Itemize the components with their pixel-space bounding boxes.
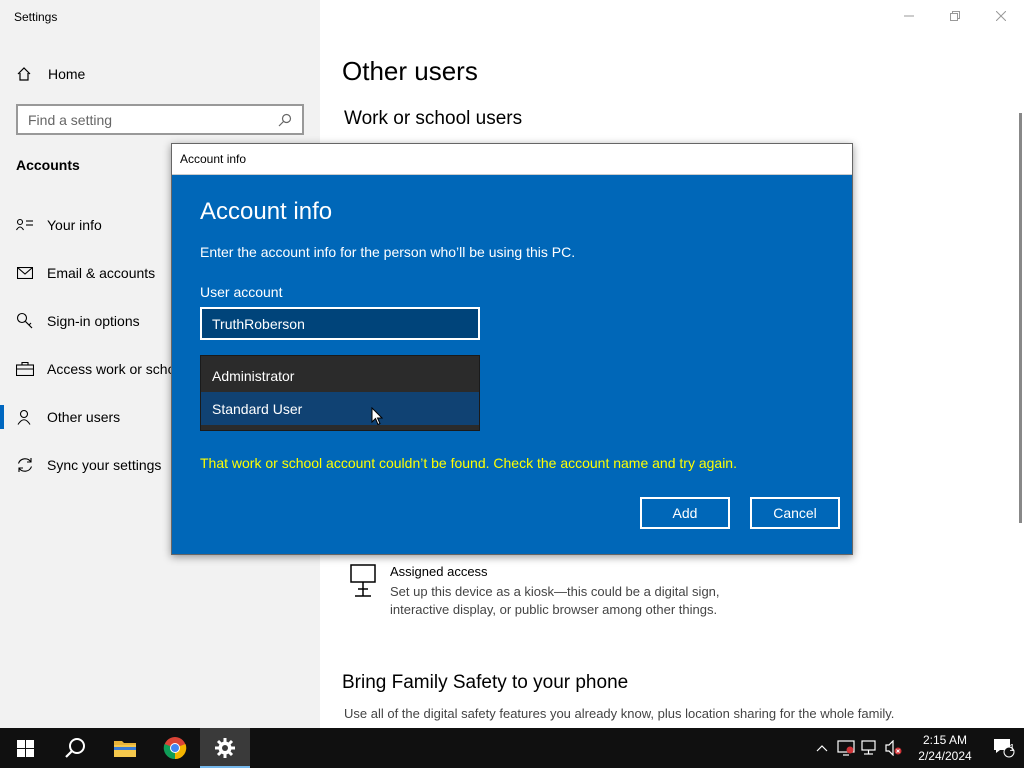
dialog-heading: Account info	[200, 198, 333, 225]
close-icon	[996, 11, 1006, 21]
dialog-titlebar: Account info	[172, 144, 852, 175]
sidebar-item-label: Sign-in options	[47, 313, 140, 329]
search-box[interactable]	[16, 104, 304, 135]
restore-icon	[950, 11, 960, 21]
volume-button[interactable]	[882, 728, 906, 768]
volume-muted-icon	[885, 740, 902, 756]
assigned-access-title: Assigned access	[390, 564, 488, 579]
mouse-cursor-icon	[371, 407, 383, 426]
start-button[interactable]	[0, 728, 50, 768]
sidebar-item-label: Access work or scho	[47, 361, 176, 377]
windows-logo-icon	[16, 739, 34, 757]
family-safety-desc: Use all of the digital safety features y…	[344, 706, 895, 721]
tray-app-button[interactable]	[834, 728, 858, 768]
close-button[interactable]	[978, 0, 1024, 32]
taskbar-clock[interactable]: 2:15 AM 2/24/2024	[906, 732, 984, 764]
system-tray: 2:15 AM 2/24/2024 1	[810, 728, 1024, 768]
account-type-dropdown[interactable]: Administrator Standard User	[200, 355, 480, 431]
network-button[interactable]	[858, 728, 882, 768]
sidebar-item-label: Sync your settings	[47, 457, 162, 473]
clock-time: 2:15 AM	[922, 733, 968, 747]
search-icon[interactable]	[278, 113, 292, 127]
briefcase-icon	[15, 362, 35, 376]
cancel-button[interactable]: Cancel	[750, 497, 840, 529]
page-title: Other users	[342, 56, 478, 86]
person-icon	[15, 409, 35, 425]
chrome-icon	[163, 737, 187, 760]
monitor-alert-icon	[837, 740, 855, 756]
user-account-label: User account	[200, 284, 283, 300]
app-title: Settings	[14, 10, 58, 24]
home-icon	[17, 67, 31, 81]
minimize-button[interactable]	[886, 0, 932, 32]
action-center-button[interactable]: 1	[984, 728, 1024, 768]
sync-icon	[15, 456, 35, 474]
scrollbar[interactable]	[1019, 113, 1022, 523]
person-card-icon	[15, 218, 35, 232]
home-label: Home	[48, 66, 86, 82]
sidebar-item-label: Email & accounts	[47, 265, 156, 281]
error-message: That work or school account couldn’t be …	[200, 455, 737, 471]
dialog-description: Enter the account info for the person wh…	[200, 244, 576, 260]
taskbar-search-button[interactable]	[50, 728, 100, 768]
network-icon	[861, 740, 876, 755]
add-button[interactable]: Add	[640, 497, 730, 529]
sidebar-item-label: Other users	[47, 409, 121, 425]
settings-app-button[interactable]	[200, 728, 250, 768]
account-info-dialog: Account info Account info Enter the acco…	[171, 143, 853, 555]
mail-icon	[15, 267, 35, 279]
chrome-button[interactable]	[150, 728, 200, 768]
assigned-access-desc-1: Set up this device as a kiosk—this could…	[390, 584, 720, 599]
minimize-icon	[904, 15, 914, 17]
family-safety-title: Bring Family Safety to your phone	[342, 672, 629, 693]
show-hidden-icons-button[interactable]	[810, 728, 834, 768]
dropdown-option-administrator[interactable]: Administrator	[201, 359, 479, 392]
file-explorer-button[interactable]	[100, 728, 150, 768]
assigned-access-desc-2: interactive display, or public browser a…	[390, 602, 718, 617]
gear-icon	[215, 738, 235, 758]
dropdown-option-standard-user[interactable]: Standard User	[201, 392, 479, 425]
section-title-work-school: Work or school users	[344, 108, 523, 129]
sidebar-item-label: Your info	[47, 217, 102, 233]
notification-count: 1	[1009, 743, 1015, 754]
restore-button[interactable]	[932, 0, 978, 32]
section-label: Accounts	[16, 157, 80, 173]
window-controls	[886, 0, 1024, 32]
taskbar: 2:15 AM 2/24/2024 1	[0, 728, 1024, 768]
assigned-access-item[interactable]: Assigned access Set up this device as a …	[350, 564, 720, 619]
kiosk-icon	[350, 564, 380, 619]
folder-icon	[114, 741, 136, 757]
key-icon	[15, 312, 35, 330]
user-account-input[interactable]	[200, 307, 480, 340]
chevron-up-icon	[816, 745, 828, 752]
home-nav-item[interactable]: Home	[16, 62, 85, 86]
search-input[interactable]	[28, 111, 278, 128]
search-icon	[65, 738, 85, 758]
clock-date: 2/24/2024	[918, 749, 972, 763]
